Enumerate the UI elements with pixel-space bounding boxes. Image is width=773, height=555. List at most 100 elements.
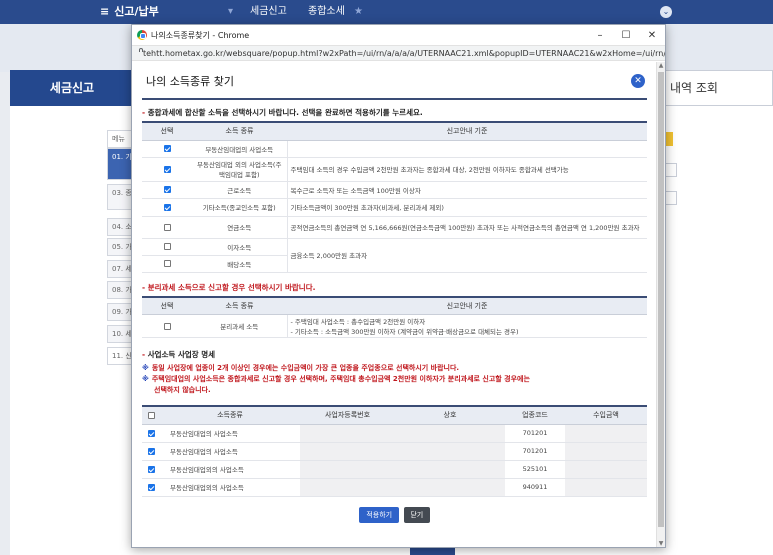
col-header-trade-name: 상호: [395, 405, 505, 425]
breadcrumb-filing[interactable]: 신고/납부: [100, 0, 159, 24]
masked-cell: [565, 460, 647, 479]
biz-income-type: 부동산임대업외의 사업소득: [160, 460, 300, 479]
side-field[interactable]: [665, 163, 677, 177]
checkbox[interactable]: [163, 223, 171, 231]
checkbox[interactable]: [147, 429, 155, 437]
table-row[interactable]: 부동산임대업외의 사업소득 525101: [142, 460, 647, 479]
masked-cell: [300, 478, 395, 497]
col-header-select: 선택: [142, 121, 192, 141]
industry-code: 940911: [505, 478, 565, 497]
table-row[interactable]: 분리과세 소득 - 주택임대 사업소득 : 총수입금액 2천만원 이하자 - 기…: [142, 314, 647, 338]
history-title: 내역 조회: [665, 70, 773, 106]
highlight-tab[interactable]: [665, 132, 673, 146]
col-header-biz-number: 사업자등록번호: [300, 405, 395, 425]
scrollbar[interactable]: ▲ ▼: [656, 62, 665, 547]
masked-cell: [300, 424, 395, 443]
checkbox[interactable]: [163, 260, 171, 267]
guide-text: 공적연금소득의 총연금액 연 5,166,666원(연금소득금액 100만원) …: [286, 216, 647, 239]
guide-text: 금융소득 2,000만원 초과자: [286, 238, 647, 273]
masked-cell: [565, 478, 647, 497]
checkbox[interactable]: [147, 465, 155, 473]
income-type: 연금소득: [192, 216, 287, 239]
table-row[interactable]: 이자소득 금융소득 2,000만원 초과자: [142, 238, 647, 273]
select-all-checkbox[interactable]: [147, 411, 155, 419]
income-type: 이자소득: [192, 238, 287, 256]
income-type: 기타소득(종교인소득 포함): [192, 198, 287, 217]
guide-text: 복수근로 소득자 또는 소득금액 100만원 이상자: [286, 181, 647, 199]
section3-title: - 사업소득 사업장 명세: [142, 350, 216, 359]
checkbox[interactable]: [163, 145, 171, 152]
table-row[interactable]: 부동산임대업의 사업소득: [142, 140, 647, 158]
scrollbar-thumb[interactable]: [658, 72, 664, 527]
table-row[interactable]: 부동산임대업 외의 사업소득(주택임대업 포함) 주택임대 소득의 경우 수입금…: [142, 157, 647, 182]
guide-text: - 주택임대 사업소득 : 총수입금액 2천만원 이하자 - 기타소득 : 소득…: [286, 314, 647, 338]
income-type: 분리과세 소득: [192, 314, 287, 338]
checkbox[interactable]: [163, 322, 171, 330]
popup-title: 나의 소득종류 찾기: [146, 75, 234, 88]
income-type: 근로소득: [192, 181, 287, 199]
side-field[interactable]: [665, 191, 677, 205]
minimize-button[interactable]: –: [587, 30, 613, 41]
star-icon[interactable]: ★: [354, 6, 364, 18]
biz-income-type: 부동산임대업외의 사업소득: [160, 478, 300, 497]
masked-cell: [300, 442, 395, 461]
checkbox[interactable]: [163, 165, 171, 173]
col-header-income-type: 소득 종류: [192, 295, 287, 315]
section2-title: - 분리과세 소득으로 신고할 경우 선택하시기 바랍니다.: [142, 282, 316, 292]
col-header-income-type: 소득종류: [160, 405, 300, 425]
table-row[interactable]: 기타소득(종교인소득 포함) 기타소득금액이 300만원 초과자(비과세, 분리…: [142, 198, 647, 217]
industry-code: 701201: [505, 424, 565, 443]
chevron-down-icon[interactable]: ⌄: [660, 6, 672, 18]
popup-window: 나의소득종류찾기 - Chrome – ☐ ✕ tehtt.hometax.go…: [131, 24, 666, 548]
checkbox[interactable]: [147, 447, 155, 455]
popup-content: 나의 소득종류 찾기 ✕ - 종합과세에 합산할 소득을 선택하시기 바랍니다.…: [132, 62, 657, 547]
window-title: 나의소득종류찾기 - Chrome: [151, 30, 250, 40]
checkbox[interactable]: [147, 483, 155, 491]
breadcrumb-income-tax[interactable]: 종합소세: [308, 0, 345, 24]
col-header-select: 선택: [142, 295, 192, 315]
col-header-guide: 신고안내 기준: [287, 295, 647, 315]
checkbox[interactable]: [163, 243, 171, 250]
section1-title: - 종합과세에 합산할 소득을 선택하시기 바랍니다. 선택을 완료하면 적용하…: [142, 108, 423, 117]
guide-text: 주택임대 소득의 경우 수입금액 2천만원 초과자는 종합과세 대상, 2천만원…: [286, 157, 647, 182]
apply-button[interactable]: 적용하기: [359, 507, 400, 523]
close-icon[interactable]: ✕: [631, 74, 645, 88]
chrome-icon: [137, 30, 147, 40]
table-row[interactable]: 근로소득 복수근로 소득자 또는 소득금액 100만원 이상자: [142, 181, 647, 199]
business-table: 소득종류 사업자등록번호 상호 업종코드 수입금액 부동산임대업의 사업소득 7…: [142, 405, 647, 497]
close-button[interactable]: 닫기: [403, 507, 430, 523]
guide-text: [286, 140, 647, 158]
masked-cell: [395, 424, 505, 443]
biz-income-type: 부동산임대업의 사업소득: [160, 424, 300, 443]
chevron-down-icon[interactable]: ▾: [228, 6, 238, 18]
notice-housing-rental: ※ 주택임대업의 사업소득은 종합과세로 신고할 경우 선택하며, 주택임대 총수…: [142, 375, 530, 383]
table-row[interactable]: 부동산임대업의 사업소득 701201: [142, 424, 647, 443]
notice-main-business: ※ 동일 사업장에 업종이 2개 이상인 경우에는 수입금액이 가장 큰 업종을 …: [142, 364, 460, 372]
checkbox[interactable]: [163, 186, 171, 193]
address-bar[interactable]: tehtt.hometax.go.kr/websquare/popup.html…: [132, 45, 665, 61]
income-type-table: 선택 소득 종류 신고안내 기준 부동산임대업의 사업소득 부동산임대업 외의 …: [142, 121, 647, 273]
table-row[interactable]: 부동산임대업의 사업소득 701201: [142, 442, 647, 461]
guide-text: 기타소득금액이 300만원 초과자(비과세, 분리과세 제외): [286, 198, 647, 217]
masked-cell: [395, 460, 505, 479]
window-close-button[interactable]: ✕: [639, 30, 665, 41]
table-row[interactable]: 연금소득 공적연금소득의 총연금액 연 5,166,666원(연금소득금액 10…: [142, 216, 647, 239]
col-header-industry-code: 업종코드: [505, 405, 565, 425]
scroll-down-icon[interactable]: ▼: [657, 540, 665, 547]
income-type: 부동산임대업 외의 사업소득(주택임대업 포함): [192, 157, 287, 182]
col-header-revenue: 수입금액: [565, 405, 647, 425]
page-title: 세금신고: [10, 70, 134, 106]
checkbox[interactable]: [163, 203, 171, 211]
maximize-button[interactable]: ☐: [613, 30, 639, 41]
scroll-up-icon[interactable]: ▲: [657, 62, 665, 70]
table-row[interactable]: 부동산임대업외의 사업소득 940911: [142, 478, 647, 497]
col-header-income-type: 소득 종류: [192, 121, 287, 141]
notice-housing-rental-2: 선택하지 않습니다.: [154, 386, 211, 394]
breadcrumb-tax-filing[interactable]: 세금신고: [250, 0, 287, 24]
masked-cell: [395, 478, 505, 497]
separate-tax-table: 선택 소득 종류 신고안내 기준 분리과세 소득 - 주택임대 사업소득 : 총…: [142, 295, 647, 338]
url-text[interactable]: tehtt.hometax.go.kr/websquare/popup.html…: [143, 49, 665, 58]
masked-cell: [300, 460, 395, 479]
masked-cell: [565, 424, 647, 443]
industry-code: 701201: [505, 442, 565, 461]
